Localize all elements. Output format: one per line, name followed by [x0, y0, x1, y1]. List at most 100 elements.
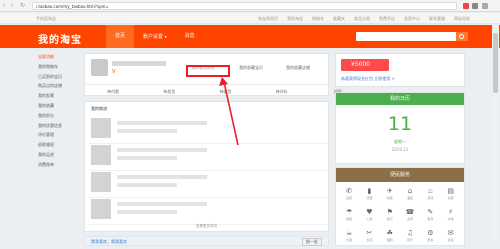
service-icon: ▮: [367, 187, 372, 195]
sidebar-item[interactable]: 已买到的宝贝: [38, 72, 78, 82]
services-grid: ✆ 话费 ▮ 流量 ✈ 机票 ⌂ 酒店 ♨ 游戏 ▤ 彩票 ☂ 保险 ♥ 公益 ⚑ 旅行 ☎ 宽带 ✎ 教育 ⚡ 水电 ☕ 外卖 ✂…: [339, 186, 461, 249]
calendar-date: 2019.11: [391, 147, 409, 152]
service-item[interactable]: ♨ 游戏: [420, 186, 440, 207]
chevron-down-icon: ▾: [164, 34, 167, 39]
service-label: 保险: [346, 217, 353, 221]
favorite-shops-link[interactable]: 我的收藏店铺: [286, 65, 310, 71]
sidebar-item[interactable]: 我的发票: [38, 91, 78, 101]
topbar-link[interactable]: 联系客服: [429, 16, 445, 21]
service-icon: ⚡: [448, 208, 454, 216]
mobile-link[interactable]: 手机逛淘宝: [36, 16, 56, 22]
service-item[interactable]: ⌂ 酒店: [400, 186, 420, 207]
service-item[interactable]: ⚡ 水电: [440, 207, 460, 228]
logistics-panel: 我的物流 确认收货确认收货确认收货确认收货 查看更多物流: [84, 101, 364, 232]
sidebar-item[interactable]: 全部功能: [38, 52, 78, 62]
order-status-item[interactable]: 待评价: [254, 85, 310, 97]
forward-icon[interactable]: ›: [11, 3, 17, 9]
menu-icon[interactable]: [482, 3, 488, 9]
more-logistics-link[interactable]: 查看更多物流: [85, 224, 328, 229]
item-text-blurred: [117, 175, 207, 179]
item-text-blurred: [117, 156, 177, 160]
item-text-blurred: [117, 148, 207, 152]
calendar-day: 11: [387, 113, 413, 135]
order-status-item[interactable]: 待付款: [85, 85, 141, 97]
service-item[interactable]: ⚑ 旅行: [380, 207, 400, 228]
vip-badge[interactable]: V: [112, 69, 115, 75]
topbar-link[interactable]: 商品分类: [354, 16, 370, 21]
scrollbar-thumb[interactable]: [493, 33, 498, 93]
topbar-link[interactable]: 我的淘宝: [287, 16, 303, 21]
service-item[interactable]: ✎ 教育: [420, 207, 440, 228]
cash-coupon[interactable]: ¥5000: [341, 59, 389, 71]
service-label: 理财: [386, 238, 393, 242]
annotation-highlight-box: [186, 65, 230, 77]
search-button[interactable]: [456, 32, 468, 41]
service-item[interactable]: ✈ 机票: [380, 186, 400, 207]
logo[interactable]: 我的淘宝: [38, 31, 82, 46]
service-icon: ✂: [366, 229, 373, 237]
tab-home[interactable]: 首页: [106, 25, 135, 48]
avatar[interactable]: [91, 59, 108, 76]
favorite-items-link[interactable]: 我的收藏宝贝: [239, 65, 263, 71]
order-status-item[interactable]: 待发货: [141, 85, 197, 97]
topbar-link[interactable]: 收藏夹: [333, 16, 345, 21]
service-label: 音乐: [407, 238, 414, 242]
service-label: 公益: [366, 217, 373, 221]
sidebar-item[interactable]: 我的购物车: [38, 62, 78, 72]
service-icon: ⌂: [407, 187, 413, 195]
logistics-item[interactable]: 确认收货: [89, 114, 364, 144]
service-item[interactable]: ▮ 流量: [359, 186, 379, 207]
service-item[interactable]: ♥ 公益: [359, 207, 379, 228]
tab-messages[interactable]: 消息: [176, 25, 204, 48]
left-sidebar: 全部功能 我的购物车 已买到的宝贝 购买过的店铺 我的发票 我的收藏 我的积分 我的优惠信息评…: [38, 52, 78, 170]
logistics-title: 我的物流: [91, 106, 107, 111]
topbar-link[interactable]: 免费开店: [379, 16, 395, 21]
service-icon: ☎: [405, 208, 415, 216]
topbar-link[interactable]: 购物车: [312, 16, 324, 21]
logistics-item[interactable]: 确认收货: [89, 168, 364, 198]
service-icon: ⚙: [427, 229, 434, 237]
service-item[interactable]: ✆ 话费: [339, 186, 359, 207]
item-text-blurred: [117, 121, 207, 125]
sidebar-item[interactable]: 退款维权: [38, 140, 78, 150]
topbar-link[interactable]: 网站导航: [454, 16, 470, 21]
scrollbar[interactable]: [492, 25, 499, 246]
service-icon: ✎: [427, 208, 434, 216]
service-item[interactable]: ☎ 宽带: [400, 207, 420, 228]
service-item[interactable]: ☂ 保险: [339, 207, 359, 228]
service-label: 机票: [386, 196, 393, 200]
search-input[interactable]: [356, 32, 468, 41]
topbar-link[interactable]: 淘宝网首页: [258, 16, 278, 21]
product-thumbnail: [91, 172, 111, 192]
reload-icon[interactable]: ↻: [20, 3, 26, 9]
logistics-item[interactable]: 确认收货: [89, 195, 364, 225]
logistics-item[interactable]: 确认收货: [89, 141, 364, 171]
recommend-bar: 猜我喜欢，猜我喜欢 换一批: [84, 236, 329, 246]
order-status-row: 待付款待发货待收货待评价退款: [85, 84, 366, 97]
sidebar-item[interactable]: 我的收藏: [38, 101, 78, 111]
service-label: 旅行: [386, 217, 393, 221]
sidebar-item[interactable]: 消费账单: [38, 160, 78, 170]
topbar-links: 淘宝网首页 我的淘宝 购物车 收藏夹 商品分类 免费开店 卖家中心 联系客服 网站导航: [249, 16, 470, 22]
service-label: 话费: [346, 196, 353, 200]
order-status-item[interactable]: 待收货: [197, 85, 253, 97]
service-icon: ☕: [346, 229, 353, 237]
service-item[interactable]: ▤ 彩票: [440, 186, 460, 207]
sidebar-item[interactable]: 我的足迹: [38, 150, 78, 160]
extension-icon-2[interactable]: [472, 3, 478, 9]
sidebar-item[interactable]: 评价管理: [38, 130, 78, 140]
promo-text[interactable]: 恭喜获得现金红包 立即使用 >: [341, 76, 395, 82]
sidebar-item[interactable]: 我的积分: [38, 111, 78, 121]
promo-card[interactable]: ¥5000 恭喜获得现金红包 立即使用 >: [335, 53, 465, 87]
sidebar-item[interactable]: 我的优惠信息: [38, 121, 78, 131]
site-header: 我的淘宝 首页 账户设置 ▾ 消息: [0, 25, 500, 48]
back-icon[interactable]: ‹: [3, 3, 9, 9]
sidebar-item[interactable]: 购买过的店铺: [38, 81, 78, 91]
tab-account-settings[interactable]: 账户设置 ▾: [134, 25, 176, 48]
service-label: 彩票: [447, 196, 454, 200]
calendar-title: 我的日历: [336, 93, 464, 105]
topbar-link[interactable]: 卖家中心: [404, 16, 420, 21]
refresh-button[interactable]: 换一批: [302, 238, 322, 246]
address-bar[interactable]: i.taobao.com/my_taobao.htm?spm=: [32, 2, 457, 10]
extension-icon[interactable]: [463, 3, 469, 9]
